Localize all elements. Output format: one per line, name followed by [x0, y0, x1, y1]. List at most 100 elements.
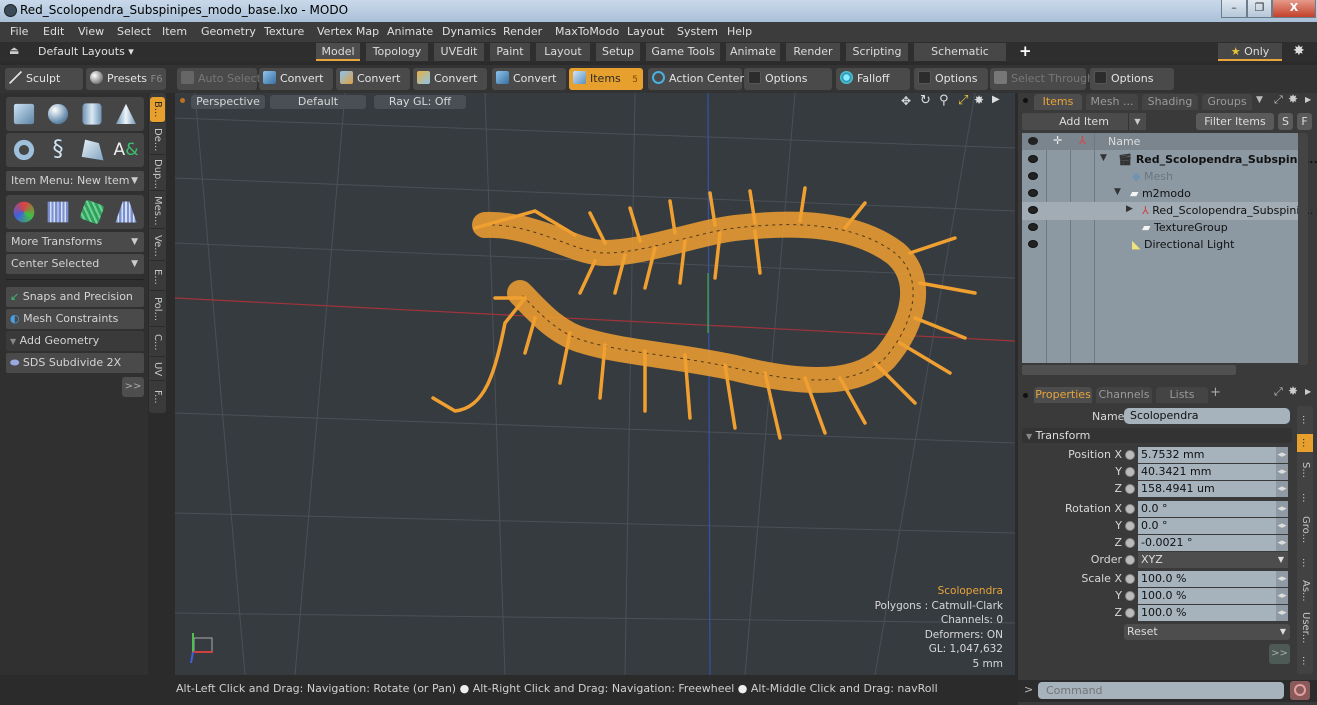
menu-layout[interactable]: Layout — [627, 25, 664, 38]
3d-viewport[interactable]: Perspective Default Ray GL: Off ✥ ↻ ⚲ ⤢ … — [175, 93, 1015, 675]
menu-texture[interactable]: Texture — [264, 25, 304, 38]
keyframe-dot-icon[interactable] — [1125, 484, 1135, 494]
item-list-hscrollbar[interactable] — [1022, 365, 1236, 375]
zoom-view-icon[interactable]: ⚲ — [939, 93, 949, 108]
menu-item[interactable]: Item — [162, 25, 187, 38]
mesh-constraints-button[interactable]: ◐ Mesh Constraints — [6, 309, 144, 329]
tab-properties[interactable]: Properties — [1034, 387, 1092, 403]
position-x-field[interactable]: 5.7532 mm — [1138, 447, 1288, 463]
tab-layout[interactable]: Layout — [536, 43, 590, 61]
keyframe-dot-icon[interactable] — [1125, 467, 1135, 477]
panel-gear-icon[interactable]: ✸ — [1288, 92, 1298, 106]
drag-arrows-icon[interactable]: ◂▸ — [1276, 535, 1288, 551]
cylinder-icon[interactable] — [82, 103, 102, 125]
menu-system[interactable]: System — [677, 25, 718, 38]
tab-model[interactable]: Model — [316, 43, 360, 61]
items-mode-button[interactable]: Items 5 — [569, 68, 643, 90]
rotation-x-field[interactable]: 0.0 ° — [1138, 501, 1288, 517]
select-through-button[interactable]: Select Through — [990, 68, 1094, 90]
transform-section-header[interactable]: ▼ Transform — [1022, 428, 1292, 443]
falloff-button[interactable]: Falloff — [836, 68, 910, 90]
viewport-more-arrow-icon[interactable]: ▶ — [992, 94, 1000, 105]
scale-y-field[interactable]: 100.0 % — [1138, 588, 1288, 604]
keyframe-dot-icon[interactable] — [1125, 521, 1135, 531]
panel-gear-icon[interactable]: ✸ — [1288, 384, 1298, 398]
tabs-overflow-chevron-icon[interactable]: ▼ — [1256, 95, 1263, 105]
visibility-eye-icon[interactable] — [1028, 240, 1038, 248]
vtab-polygon[interactable]: Pol... — [150, 293, 165, 327]
vtab-uv[interactable]: UV — [150, 359, 165, 381]
item-row[interactable]: ◣ Directional Light — [1022, 236, 1298, 254]
convert-materials-button[interactable]: Convert — [492, 68, 566, 90]
tab-game-tools[interactable]: Game Tools — [646, 43, 720, 61]
action-center-button[interactable]: Action Center — [648, 68, 744, 90]
vtab-curve[interactable]: C... — [150, 329, 165, 357]
sds-subdivide-button[interactable]: ⬬ SDS Subdivide 2X — [6, 353, 144, 373]
visibility-eye-icon[interactable] — [1028, 223, 1038, 231]
menu-vertex-map[interactable]: Vertex Map — [317, 25, 379, 38]
only-toggle[interactable]: ★ Only — [1218, 43, 1282, 61]
drag-arrows-icon[interactable]: ◂▸ — [1276, 481, 1288, 497]
filter-f-button[interactable]: F — [1297, 113, 1312, 130]
layouts-arrow-icon[interactable]: ⏏ — [9, 44, 19, 57]
vtab-edge[interactable]: E... — [150, 263, 165, 291]
item-row[interactable]: ▰ TextureGroup — [1022, 219, 1298, 237]
panel-maximize-icon[interactable]: ⤢ — [1274, 93, 1283, 107]
keyframe-dot-icon[interactable] — [1125, 504, 1135, 514]
cube-icon[interactable] — [13, 103, 35, 125]
expand-triangle-icon[interactable]: ▼ — [1100, 153, 1107, 163]
centipede-wireframe-model[interactable] — [431, 186, 977, 440]
vtab-vertex[interactable]: Ve... — [150, 231, 165, 261]
tab-animate[interactable]: Animate — [726, 43, 780, 61]
viewport-settings-gear-icon[interactable]: ✸ — [974, 93, 984, 107]
tab-paint[interactable]: Paint — [490, 43, 530, 61]
panel-arrow-icon[interactable]: ▶ — [1305, 387, 1311, 396]
rotation-z-field[interactable]: -0.0021 ° — [1138, 535, 1288, 551]
tab-mesh-ops[interactable]: Mesh ... — [1086, 94, 1138, 110]
rotate-view-icon[interactable]: ↻ — [920, 93, 931, 108]
expand-triangle-icon[interactable]: ▼ — [1114, 187, 1121, 197]
expand-triangle-icon[interactable]: ▶ — [1126, 204, 1133, 214]
properties-expand-button[interactable]: >> — [1269, 644, 1290, 664]
visibility-eye-icon[interactable] — [1028, 172, 1038, 180]
visibility-eye-icon[interactable] — [1028, 189, 1038, 197]
action-center-options-button[interactable]: Options — [744, 68, 832, 90]
capsule-icon[interactable]: § — [44, 136, 72, 164]
keyframe-dot-icon[interactable] — [1125, 608, 1135, 618]
raygl-button[interactable]: Ray GL: Off — [374, 95, 466, 109]
visibility-eye-icon[interactable] — [1028, 206, 1038, 214]
pan-move-icon[interactable]: ✥ — [901, 94, 911, 108]
item-row[interactable]: ◆ Mesh — [1022, 168, 1298, 186]
drag-arrows-icon[interactable]: ◂▸ — [1276, 464, 1288, 480]
drag-arrows-icon[interactable]: ◂▸ — [1276, 605, 1288, 621]
auto-select-button[interactable]: Auto Select — [177, 68, 261, 90]
minimize-button[interactable]: – — [1221, 0, 1247, 18]
rvtab-assembly[interactable]: As... — [1297, 576, 1313, 606]
text-tool-icon[interactable]: A& — [112, 136, 140, 164]
vtab-mesh-edit[interactable]: Mes... — [150, 193, 165, 229]
menu-dynamics[interactable]: Dynamics — [442, 25, 496, 38]
falloff-options-button[interactable]: Options — [914, 68, 988, 90]
deform-mesh-icon[interactable] — [79, 199, 105, 225]
menu-edit[interactable]: Edit — [43, 25, 64, 38]
vtab-duplicate[interactable]: Dup... — [150, 157, 165, 191]
keyframe-dot-icon[interactable] — [1125, 538, 1135, 548]
command-input[interactable] — [1038, 682, 1284, 699]
tab-shading[interactable]: Shading — [1142, 94, 1198, 110]
position-z-field[interactable]: 158.4941 um — [1138, 481, 1288, 497]
add-item-chevron-icon[interactable]: ▼ — [1128, 113, 1146, 130]
tab-topology[interactable]: Topology — [366, 43, 428, 61]
menu-maxtomodo[interactable]: MaxToModo — [555, 25, 619, 38]
drag-arrows-icon[interactable]: ◂▸ — [1276, 518, 1288, 534]
tab-setup[interactable]: Setup — [596, 43, 640, 61]
rvtab-9[interactable]: ... — [1297, 650, 1313, 672]
convert-edges-button[interactable]: Convert — [336, 68, 410, 90]
rvtab-active[interactable]: ... — [1297, 434, 1313, 452]
scale-z-field[interactable]: 100.0 % — [1138, 605, 1288, 621]
name-field[interactable]: Scolopendra — [1124, 408, 1290, 424]
rvtab-user[interactable]: User... — [1297, 608, 1313, 648]
name-column-header[interactable]: Name — [1108, 135, 1140, 148]
drag-arrows-icon[interactable]: ◂▸ — [1276, 447, 1288, 463]
vtab-deform[interactable]: De... — [150, 125, 165, 155]
reset-dropdown[interactable]: Reset ▼ — [1124, 624, 1290, 640]
